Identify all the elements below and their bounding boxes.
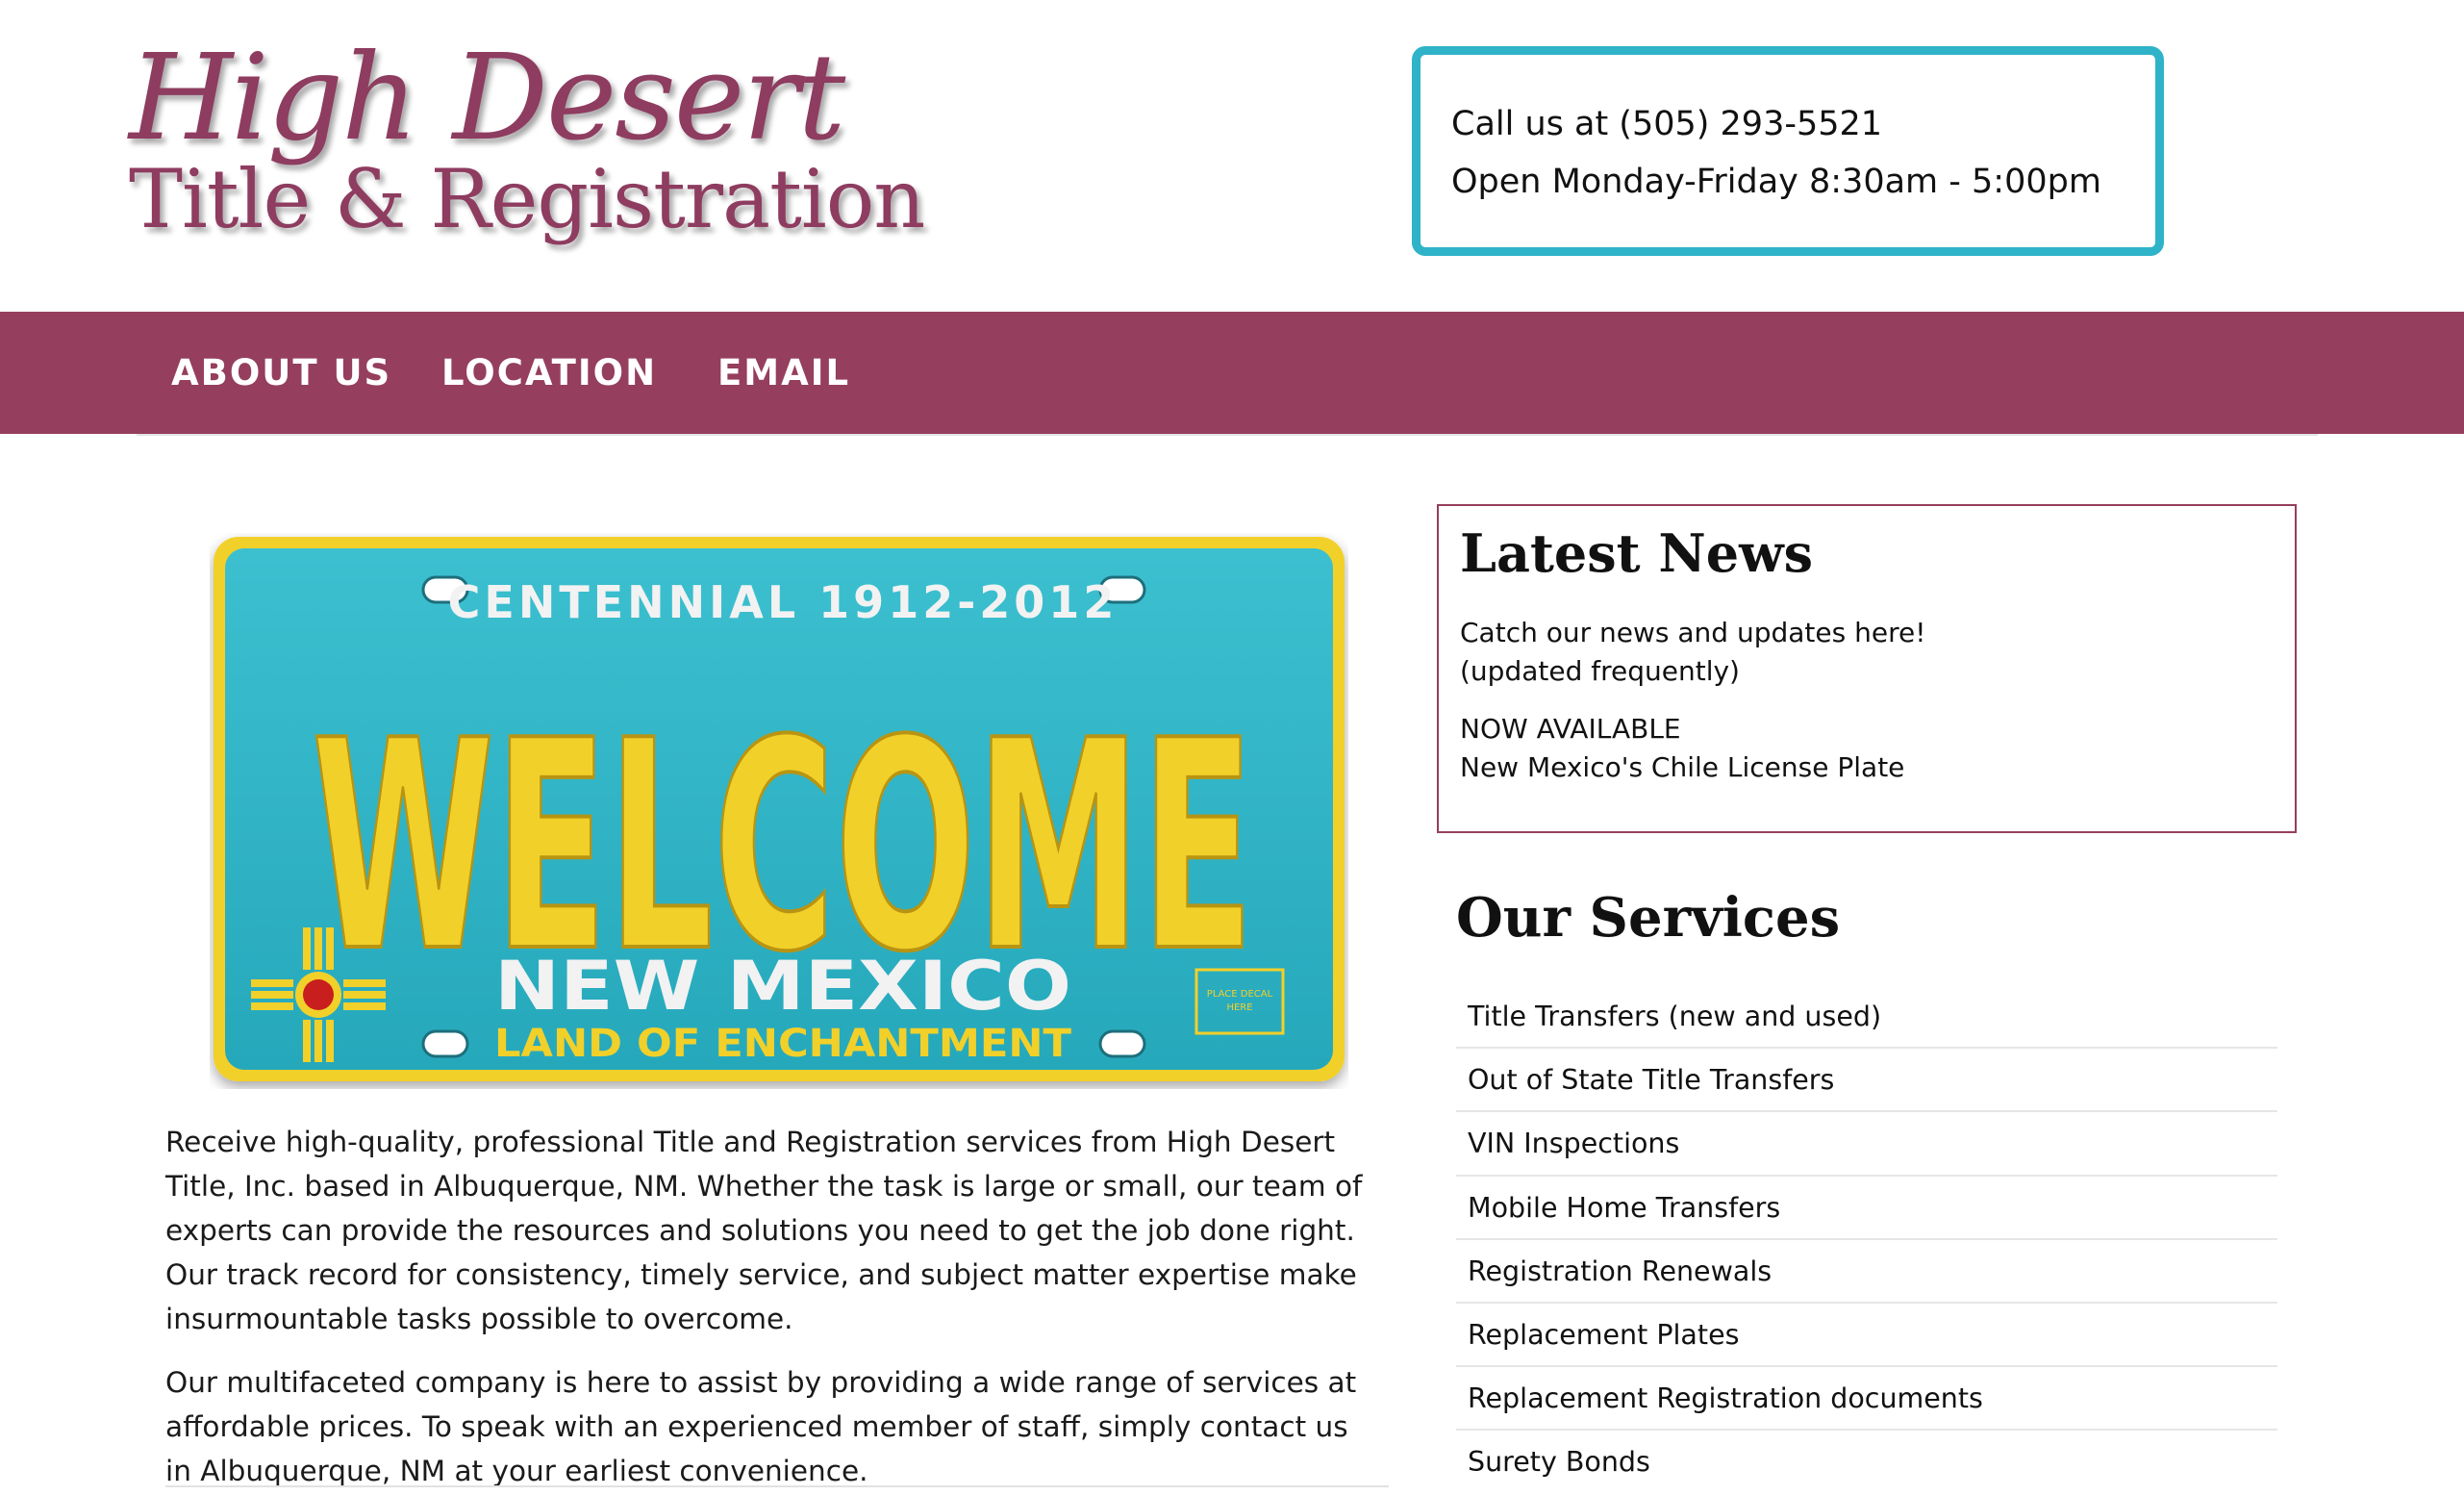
decal-text: PLACE DECAL xyxy=(1207,989,1273,1000)
service-item[interactable]: Out of State Title Transfers xyxy=(1456,1049,2277,1113)
contact-hours: Open Monday-Friday 8:30am - 5:00pm xyxy=(1451,163,2101,201)
decal-text: HERE xyxy=(1226,1002,1252,1013)
mount-hole xyxy=(421,1029,469,1058)
latest-news-box: Latest News Catch our news and updates h… xyxy=(1437,504,2297,833)
services-list: Title Transfers (new and used) Out of St… xyxy=(1456,985,2277,1495)
logo-title: High Desert xyxy=(129,29,845,167)
nav-location[interactable]: LOCATION xyxy=(441,312,657,434)
mount-hole xyxy=(1098,1029,1146,1058)
intro-content: Receive high-quality, professional Title… xyxy=(165,1120,1381,1496)
news-line: Catch our news and updates here! xyxy=(1460,617,1926,648)
nav-about-us[interactable]: ABOUT US xyxy=(171,312,391,434)
main-navbar: ABOUT US LOCATION EMAIL xyxy=(0,312,2464,434)
news-line: NOW AVAILABLE xyxy=(1460,713,1681,745)
news-line: (updated frequently) xyxy=(1460,655,1740,687)
logo-subtitle: Title & Registration xyxy=(129,152,925,246)
service-item[interactable]: Replacement Registration documents xyxy=(1456,1367,2277,1432)
services-title: Our Services xyxy=(1456,886,1841,950)
plate-slogan-text: LAND OF ENCHANTMENT xyxy=(494,1022,1072,1066)
intro-paragraph: Our multifaceted company is here to assi… xyxy=(165,1366,1357,1487)
license-plate-graphic: CENTENNIAL 1912-2012 WELCOME NEW MEXICO … xyxy=(214,537,1345,1081)
service-item[interactable]: Replacement Plates xyxy=(1456,1304,2277,1368)
plate-state-text: NEW MEXICO xyxy=(494,947,1071,1026)
navbar-divider xyxy=(137,434,2318,436)
content-divider xyxy=(165,1485,1389,1487)
news-title: Latest News xyxy=(1460,522,1814,584)
service-item[interactable]: Mobile Home Transfers xyxy=(1456,1177,2277,1240)
service-item[interactable]: Registration Renewals xyxy=(1456,1240,2277,1304)
news-line: New Mexico's Chile License Plate xyxy=(1460,751,1905,783)
contact-phone: Call us at (505) 293-5521 xyxy=(1451,105,1883,143)
service-item[interactable]: Title Transfers (new and used) xyxy=(1456,985,2277,1050)
plate-top-text: CENTENNIAL 1912-2012 xyxy=(448,576,1119,628)
welcome-license-plate-image: CENTENNIAL 1912-2012 WELCOME NEW MEXICO … xyxy=(210,533,1348,1089)
contact-box: Call us at (505) 293-5521 Open Monday-Fr… xyxy=(1412,46,2164,256)
service-item[interactable]: Surety Bonds xyxy=(1456,1431,2277,1494)
service-item[interactable]: VIN Inspections xyxy=(1456,1112,2277,1177)
nav-email[interactable]: EMAIL xyxy=(717,312,850,434)
intro-paragraph: Receive high-quality, professional Title… xyxy=(165,1126,1363,1335)
site-logo[interactable]: High Desert Title & Registration xyxy=(129,29,925,260)
